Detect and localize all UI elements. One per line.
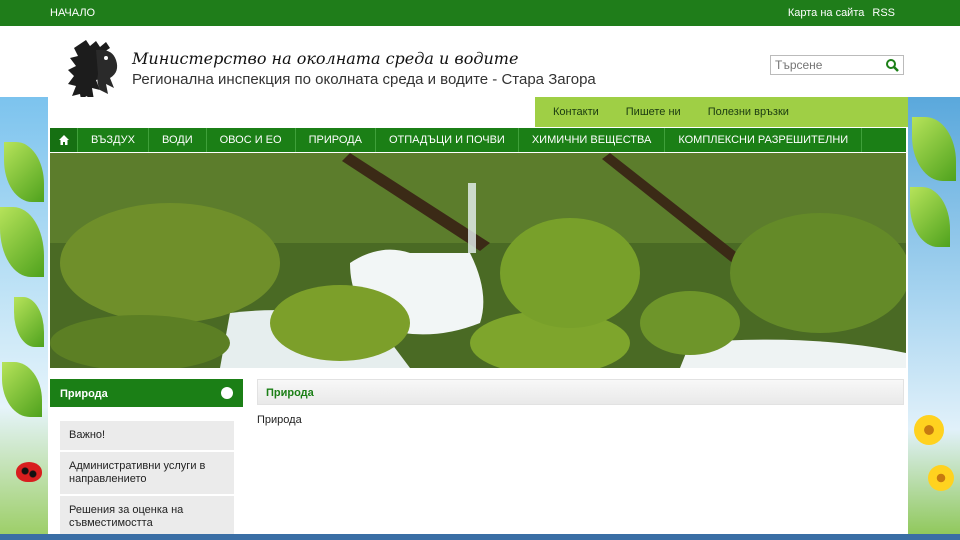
nav-item-chemicals[interactable]: ХИМИЧНИ ВЕЩЕСТВА <box>519 128 666 152</box>
toggle-icon[interactable] <box>221 387 233 399</box>
nav-item-waste[interactable]: ОТПАДЪЦИ И ПОЧВИ <box>376 128 519 152</box>
sidebar-item-admin-services[interactable]: Административни услуги в направлението <box>60 452 234 496</box>
top-bar: НАЧАЛО Карта на сайта RSS <box>0 0 960 26</box>
search-icon[interactable] <box>885 58 899 72</box>
nav-item-air[interactable]: ВЪЗДУХ <box>78 128 149 152</box>
nav-home-button[interactable] <box>50 128 78 152</box>
sidebar-heading-label: Природа <box>60 388 108 400</box>
secondary-links: Контакти Пишете ни Полезни връзки <box>535 97 908 127</box>
ladybug-decoration <box>16 462 42 482</box>
nav-item-permits[interactable]: КОМПЛЕКСНИ РАЗРЕШИТЕЛНИ <box>665 128 863 152</box>
taskbar-strip <box>0 534 960 540</box>
home-link[interactable]: НАЧАЛО <box>50 7 95 19</box>
sidebar-heading[interactable]: Природа <box>50 379 243 407</box>
rss-link[interactable]: RSS <box>872 7 895 19</box>
content-body: Природа <box>257 414 302 426</box>
write-us-link[interactable]: Пишете ни <box>626 106 681 118</box>
site-header: Министерство на околната среда и водите … <box>0 26 960 104</box>
home-icon <box>58 135 69 145</box>
main-nav: ВЪЗДУХ ВОДИ ОВОС И ЕО ПРИРОДА ОТПАДЪЦИ И… <box>50 128 906 152</box>
right-decoration <box>908 97 960 540</box>
sidebar-item-important[interactable]: Важно! <box>60 421 234 452</box>
waterfall-banner <box>50 153 906 368</box>
sidebar-menu: Важно! Административни услуги в направле… <box>60 421 234 540</box>
sitemap-link[interactable]: Карта на сайта <box>788 7 865 19</box>
nav-item-water[interactable]: ВОДИ <box>149 128 207 152</box>
ministry-title: Министерство на околната среда и водите <box>132 49 519 68</box>
contacts-link[interactable]: Контакти <box>553 106 599 118</box>
useful-links-link[interactable]: Полезни връзки <box>708 106 789 118</box>
nav-item-nature[interactable]: ПРИРОДА <box>296 128 376 152</box>
left-decoration <box>0 97 48 540</box>
flower-decoration <box>914 415 944 445</box>
search-box <box>770 55 904 75</box>
nav-item-ovos[interactable]: ОВОС И ЕО <box>207 128 296 152</box>
main-container: Контакти Пишете ни Полезни връзки ВЪЗДУХ… <box>48 97 908 540</box>
search-input[interactable] <box>771 56 881 74</box>
content-heading: Природа <box>257 379 904 405</box>
inspectorate-subtitle: Регионална инспекция по околната среда и… <box>132 71 596 88</box>
